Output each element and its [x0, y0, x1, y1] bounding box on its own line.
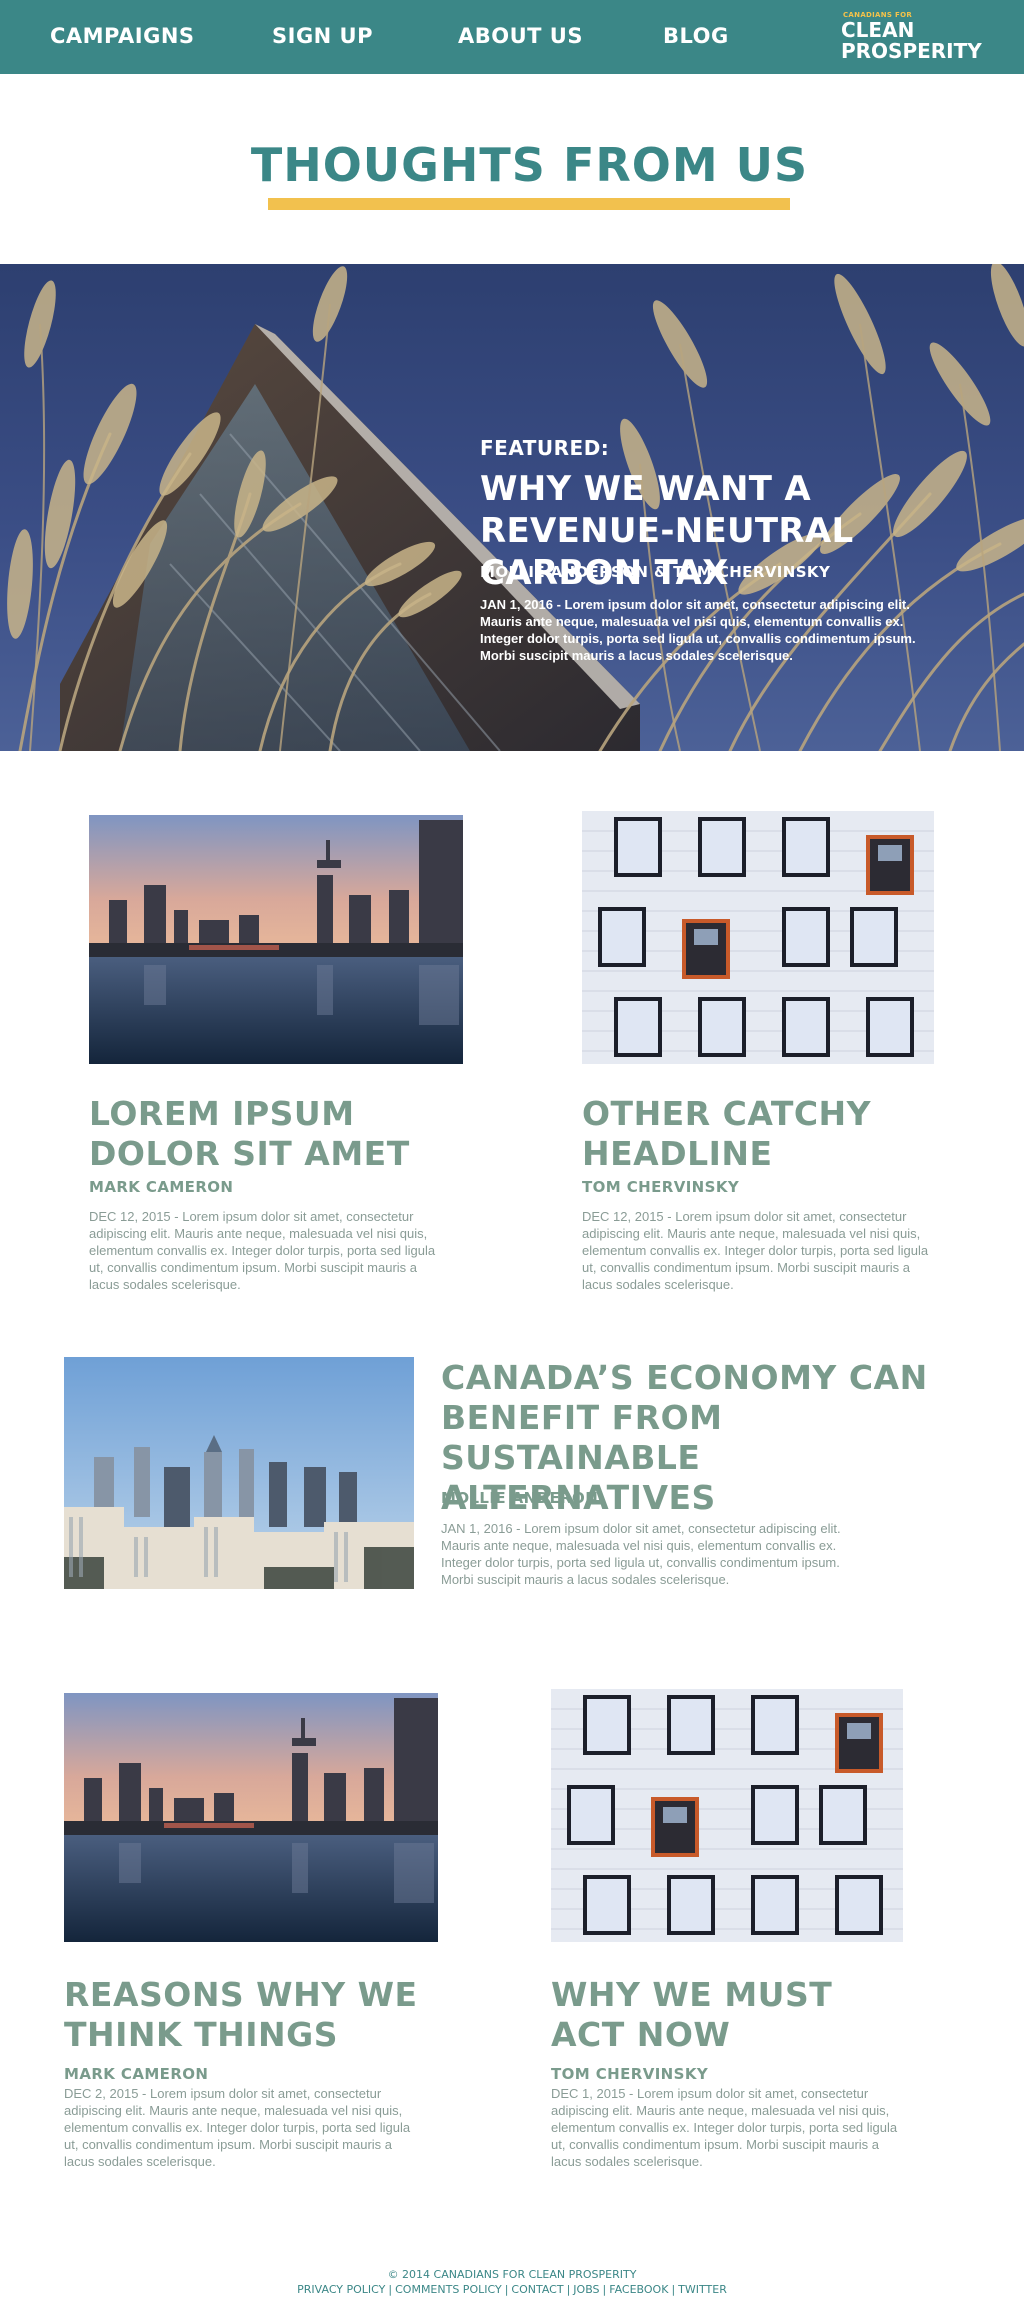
article-title[interactable]: REASONS WHY WE THINK THINGS: [64, 1975, 424, 2055]
featured-label: FEATURED:: [480, 436, 610, 460]
article-excerpt: JAN 1, 2016 - Lorem ipsum dolor sit amet…: [441, 1521, 841, 1587]
footer-link-comments-policy[interactable]: COMMENTS POLICY: [395, 2283, 502, 2296]
nav-about-us[interactable]: ABOUT US: [458, 24, 583, 48]
article-excerpt: DEC 1, 2015 - Lorem ipsum dolor sit amet…: [551, 2086, 898, 2169]
footer-link-jobs[interactable]: JOBS: [573, 2283, 599, 2296]
article-thumbnail-windows[interactable]: [551, 1689, 903, 1942]
article-author: MARK CAMERON: [64, 2065, 209, 2083]
footer-separator: |: [388, 2283, 393, 2296]
article-thumbnail-downtown[interactable]: [64, 1357, 414, 1589]
footer-links: PRIVACY POLICY | COMMENTS POLICY | CONTACT | J…: [0, 2283, 1024, 2296]
article-title[interactable]: OTHER CATCHY HEADLINE: [582, 1094, 922, 1174]
footer-link-contact[interactable]: CONTACT: [511, 2283, 563, 2296]
footer-separator: |: [671, 2283, 676, 2296]
footer-separator: |: [602, 2283, 607, 2296]
article-title[interactable]: WHY WE MUST ACT NOW: [551, 1975, 911, 2055]
featured-authors: MOLLIE ANDERSON & TOM CHERVINSKY: [480, 563, 831, 581]
page-title: THOUGHTS FROM US: [250, 138, 809, 192]
article-author: TOM CHERVINSKY: [582, 1178, 740, 1196]
footer-link-privacy-policy[interactable]: PRIVACY POLICY: [297, 2283, 385, 2296]
footer-link-twitter[interactable]: TWITTER: [678, 2283, 727, 2296]
logo-line-1: CLEAN: [841, 18, 915, 42]
footer-copyright: © 2014 CANADIANS FOR CLEAN PROSPERITY: [387, 2268, 637, 2281]
nav-blog[interactable]: BLOG: [663, 24, 729, 48]
article-excerpt: DEC 12, 2015 - Lorem ipsum dolor sit ame…: [582, 1209, 929, 1292]
logo-text: CLEAN PROSPERITY: [841, 20, 982, 62]
footer-link-facebook[interactable]: FACEBOOK: [609, 2283, 668, 2296]
article-thumbnail-windows[interactable]: [582, 811, 934, 1064]
skyline-image: [89, 815, 463, 1064]
downtown-image: [64, 1357, 414, 1589]
article-author: MARK CAMERON: [89, 1178, 234, 1196]
article-author: TOM CHERVINSKY: [551, 2065, 709, 2083]
logo-line-2: PROSPERITY: [841, 39, 982, 63]
article-thumbnail-skyline[interactable]: [64, 1693, 438, 1942]
footer-separator: |: [504, 2283, 509, 2296]
title-underline: [268, 198, 790, 210]
article-excerpt: DEC 12, 2015 - Lorem ipsum dolor sit ame…: [89, 1209, 436, 1292]
windows-facade-image: [551, 1689, 903, 1942]
article-excerpt: DEC 2, 2015 - Lorem ipsum dolor sit amet…: [64, 2086, 411, 2169]
nav-sign-up[interactable]: SIGN UP: [272, 24, 373, 48]
nav-campaigns[interactable]: CAMPAIGNS: [50, 24, 195, 48]
top-nav: CAMPAIGNS SIGN UP ABOUT US BLOG CANADIAN…: [0, 0, 1024, 74]
featured-hero[interactable]: FEATURED: WHY WE WANT A REVENUE-NEUTRAL …: [0, 264, 1024, 751]
article-thumbnail-skyline[interactable]: [89, 815, 463, 1064]
article-title[interactable]: LOREM IPSUM DOLOR SIT AMET: [89, 1094, 429, 1174]
windows-facade-image: [582, 811, 934, 1064]
skyline-image: [64, 1693, 438, 1942]
article-author: MOLLIE ANDERON: [441, 1489, 599, 1507]
featured-excerpt: JAN 1, 2016 - Lorem ipsum dolor sit amet…: [480, 597, 916, 663]
footer-separator: |: [566, 2283, 571, 2296]
